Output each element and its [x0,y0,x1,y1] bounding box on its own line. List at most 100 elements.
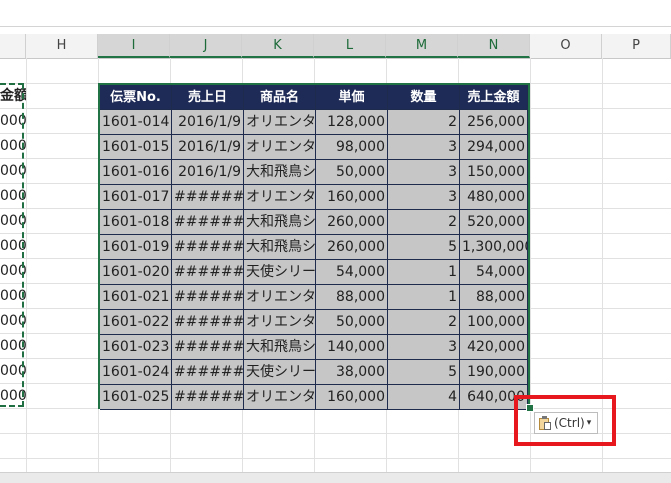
quantity-cell[interactable]: 2 [388,110,460,135]
table-row: 1601-017 ####### オリエンタ 160,000 3 480,000 [100,185,528,210]
sale-date-cell[interactable]: ####### [172,285,244,310]
slip-no-cell[interactable]: 1601-024 [100,360,172,385]
product-cell[interactable]: オリエンタ [244,135,316,160]
sale-date-cell[interactable]: ####### [172,360,244,385]
header-cell-amount[interactable]: 売上金額 [460,85,528,110]
quantity-cell[interactable]: 5 [388,360,460,385]
slip-no-cell[interactable]: 1601-023 [100,335,172,360]
unit-price-cell[interactable]: 140,000 [316,335,388,360]
unit-price-cell[interactable]: 38,000 [316,360,388,385]
column-header-k[interactable]: K [242,34,314,58]
unit-price-cell[interactable]: 88,000 [316,285,388,310]
unit-price-cell[interactable]: 160,000 [316,385,388,410]
sale-date-cell[interactable]: ####### [172,335,244,360]
unit-price-cell[interactable]: 98,000 [316,135,388,160]
quantity-cell[interactable]: 4 [388,385,460,410]
copy-marquee [0,83,24,407]
unit-price-cell[interactable]: 50,000 [316,160,388,185]
pasted-table[interactable]: 伝票No. 売上日 商品名 単価 数量 売上金額 1601-014 2016/1… [98,83,530,410]
column-header-partial[interactable] [0,34,26,58]
table-row: 1601-022 ####### オリエンタ 50,000 2 100,000 [100,310,528,335]
column-header-o[interactable]: O [530,34,602,58]
slip-no-cell[interactable]: 1601-014 [100,110,172,135]
sale-date-cell[interactable]: ####### [172,260,244,285]
header-cell-quantity[interactable]: 数量 [388,85,460,110]
product-cell[interactable]: 大和飛鳥シ [244,160,316,185]
sale-date-cell[interactable]: ####### [172,185,244,210]
slip-no-cell[interactable]: 1601-021 [100,285,172,310]
column-header-m[interactable]: M [386,34,458,58]
sale-date-cell[interactable]: ####### [172,385,244,410]
amount-cell[interactable]: 256,000 [460,110,528,135]
header-cell-product[interactable]: 商品名 [244,85,316,110]
unit-price-cell[interactable]: 50,000 [316,310,388,335]
column-header-h[interactable]: H [26,34,98,58]
column-header-j[interactable]: J [170,34,242,58]
column-header-i[interactable]: I [98,34,170,58]
slip-no-cell[interactable]: 1601-019 [100,235,172,260]
amount-cell[interactable]: 520,000 [460,210,528,235]
table-row: 1601-024 ####### 天使シリー 38,000 5 190,000 [100,360,528,385]
quantity-cell[interactable]: 3 [388,135,460,160]
product-cell[interactable]: 天使シリー [244,260,316,285]
amount-cell[interactable]: 420,000 [460,335,528,360]
amount-cell[interactable]: 54,000 [460,260,528,285]
table-header-row: 伝票No. 売上日 商品名 単価 数量 売上金額 [100,85,528,110]
amount-cell[interactable]: 190,000 [460,360,528,385]
column-header-n[interactable]: N [458,34,530,58]
sale-date-cell[interactable]: ####### [172,310,244,335]
product-cell[interactable]: 天使シリー [244,360,316,385]
quantity-cell[interactable]: 2 [388,210,460,235]
header-cell-slip-no[interactable]: 伝票No. [100,85,172,110]
amount-cell[interactable]: 294,000 [460,135,528,160]
sale-date-cell[interactable]: 2016/1/9 [172,110,244,135]
table-row: 1601-023 ####### 大和飛鳥シ 140,000 3 420,000 [100,335,528,360]
product-cell[interactable]: 大和飛鳥シ [244,210,316,235]
sale-date-cell[interactable]: ####### [172,210,244,235]
slip-no-cell[interactable]: 1601-015 [100,135,172,160]
quantity-cell[interactable]: 3 [388,335,460,360]
slip-no-cell[interactable]: 1601-022 [100,310,172,335]
slip-no-cell[interactable]: 1601-018 [100,210,172,235]
slip-no-cell[interactable]: 1601-016 [100,160,172,185]
amount-cell[interactable]: 150,000 [460,160,528,185]
quantity-cell[interactable]: 3 [388,185,460,210]
product-cell[interactable]: 大和飛鳥シ [244,235,316,260]
quantity-cell[interactable]: 5 [388,235,460,260]
table-row: 1601-020 ####### 天使シリー 54,000 1 54,000 [100,260,528,285]
slip-no-cell[interactable]: 1601-017 [100,185,172,210]
amount-cell[interactable]: 88,000 [460,285,528,310]
unit-price-cell[interactable]: 160,000 [316,185,388,210]
product-cell[interactable]: オリエンタ [244,310,316,335]
sale-date-cell[interactable]: 2016/1/9 [172,135,244,160]
unit-price-cell[interactable]: 54,000 [316,260,388,285]
product-cell[interactable]: オリエンタ [244,385,316,410]
amount-cell[interactable]: 480,000 [460,185,528,210]
product-cell[interactable]: オリエンタ [244,110,316,135]
quantity-cell[interactable]: 3 [388,160,460,185]
table-row: 1601-014 2016/1/9 オリエンタ 128,000 2 256,00… [100,110,528,135]
slip-no-cell[interactable]: 1601-020 [100,260,172,285]
table-row: 1601-016 2016/1/9 大和飛鳥シ 50,000 3 150,000 [100,160,528,185]
unit-price-cell[interactable]: 260,000 [316,210,388,235]
amount-cell[interactable]: 100,000 [460,310,528,335]
column-header-bar: H I J K L M N O P [0,34,671,59]
column-header-l[interactable]: L [314,34,386,58]
table-row: 1601-025 ####### オリエンタ 160,000 4 640,000 [100,385,528,410]
quantity-cell[interactable]: 1 [388,260,460,285]
column-header-p[interactable]: P [602,34,671,58]
product-cell[interactable]: オリエンタ [244,285,316,310]
sale-date-cell[interactable]: ####### [172,235,244,260]
product-cell[interactable]: オリエンタ [244,185,316,210]
product-cell[interactable]: 大和飛鳥シ [244,335,316,360]
unit-price-cell[interactable]: 260,000 [316,235,388,260]
quantity-cell[interactable]: 1 [388,285,460,310]
quantity-cell[interactable]: 2 [388,310,460,335]
header-cell-unit-price[interactable]: 単価 [316,85,388,110]
header-cell-sale-date[interactable]: 売上日 [172,85,244,110]
slip-no-cell[interactable]: 1601-025 [100,385,172,410]
unit-price-cell[interactable]: 128,000 [316,110,388,135]
amount-cell[interactable]: 1,300,000 [460,235,528,260]
table-row: 1601-018 ####### 大和飛鳥シ 260,000 2 520,000 [100,210,528,235]
sale-date-cell[interactable]: 2016/1/9 [172,160,244,185]
